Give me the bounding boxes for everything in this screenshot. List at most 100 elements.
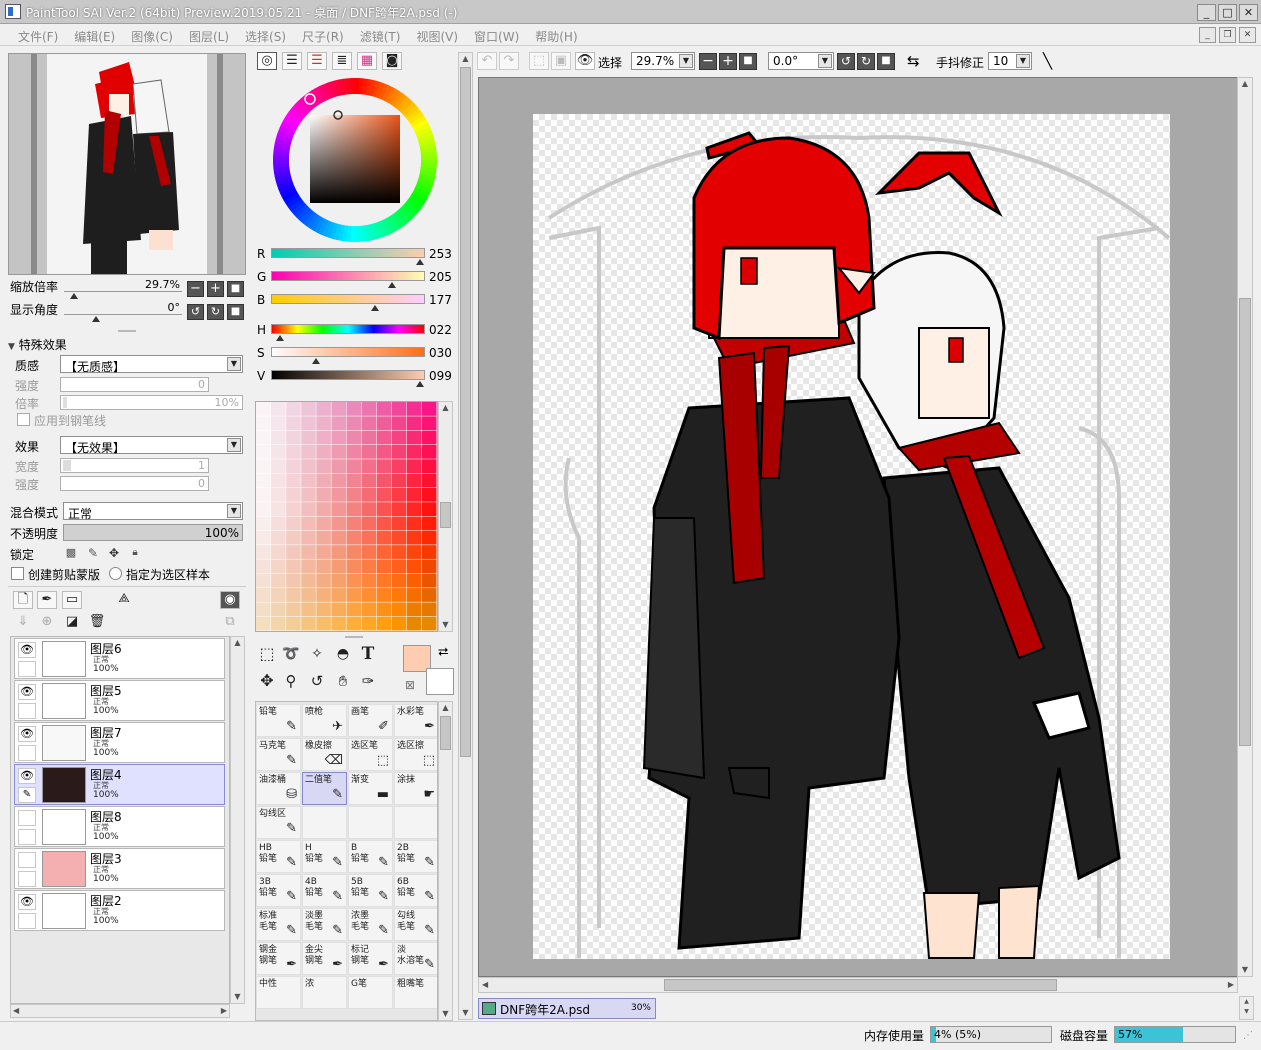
zoom-reset-button[interactable]: ■	[227, 281, 244, 297]
tool-slot[interactable]: 油漆桶 ⛁	[256, 772, 301, 805]
panel-splitter[interactable]	[118, 330, 136, 332]
v-slider[interactable]	[271, 370, 425, 380]
tool-slot[interactable]: B 铅笔 ✎	[348, 840, 393, 873]
new-layer-icon[interactable]: 🗋	[13, 591, 33, 609]
zoom-icon[interactable]: ⚲	[281, 673, 301, 691]
tool-scroll-thumb[interactable]	[440, 716, 451, 750]
scroll-down-icon[interactable]: ▼	[459, 1007, 472, 1019]
tool-slot[interactable]: 喷枪 ✈	[302, 704, 347, 737]
navigator-preview[interactable]	[8, 53, 246, 275]
tool-slot[interactable]: 金尖 钢笔 ✒	[302, 942, 347, 975]
layer-lock-icon[interactable]	[18, 745, 36, 761]
shape-icon[interactable]: ◓	[333, 646, 353, 664]
merge-down-icon[interactable]: ⊕	[37, 614, 57, 632]
blend-mode-select[interactable]: 正常 ▼	[63, 502, 243, 521]
layer-row[interactable]: 图层3 正常 100%	[14, 848, 225, 889]
layer-row[interactable]: 👁︎ 图层2 正常 100%	[14, 890, 225, 931]
layer-row[interactable]: 👁︎ ✎ 图层4 正常 100%	[14, 764, 225, 805]
lock-paint-icon[interactable]: ✎	[86, 546, 100, 560]
r-slider[interactable]	[271, 248, 425, 258]
resize-grip-icon[interactable]: ⋰	[1243, 1030, 1253, 1041]
tool-slot[interactable]: 勾线区 ✎	[256, 806, 301, 839]
angle-slider[interactable]: 0°	[64, 301, 182, 315]
scroll-up-icon[interactable]: ▲	[439, 702, 452, 714]
scroll-down-icon[interactable]: ▼	[1238, 964, 1252, 976]
b-slider-handle[interactable]	[371, 305, 379, 311]
layer-row[interactable]: 图层8 正常 100%	[14, 806, 225, 847]
color-mix-tab-icon[interactable]: ≣	[332, 52, 352, 70]
r-slider-handle[interactable]	[416, 259, 424, 265]
document-tab[interactable]: DNF跨年2A.psd 30%	[478, 998, 656, 1019]
g-slider[interactable]	[271, 271, 425, 281]
tool-slot[interactable]: 标记 钢笔 ✒	[348, 942, 393, 975]
tool-slot[interactable]: 钢金 钢笔 ✒	[256, 942, 301, 975]
lock-move-icon[interactable]: ✥	[107, 546, 121, 560]
scroll-down-icon[interactable]: ▼	[439, 1008, 452, 1020]
selection-visibility-icon[interactable]: 👁︎	[575, 52, 595, 70]
visibility-eye-icon[interactable]: 👁︎	[18, 684, 36, 700]
tool-slot[interactable]: 浓	[302, 976, 347, 1009]
canvas-rotate-right-button[interactable]: ↻	[857, 53, 875, 70]
layer-row[interactable]: 👁︎ 图层7 正常 100%	[14, 722, 225, 763]
tool-slot[interactable]: 勾线 毛笔 ✎	[394, 908, 437, 941]
scroll-left-icon[interactable]: ◀	[482, 979, 488, 991]
tool-grid-scrollbar[interactable]: ▲ ▼	[438, 701, 453, 1021]
panel-scroll-thumb[interactable]	[460, 67, 471, 757]
rgb-slider-tab-icon[interactable]: ☰	[282, 52, 302, 70]
invert-select-icon[interactable]: ▣	[551, 52, 571, 70]
layer-list-hscrollbar[interactable]: ◀ ▶	[10, 1004, 230, 1018]
canvas-vscrollbar[interactable]: ▲ ▼	[1237, 77, 1253, 977]
scroll-right-icon[interactable]: ▶	[1228, 979, 1234, 991]
canvas-rotate-left-button[interactable]: ↺	[837, 53, 855, 70]
new-folder-icon[interactable]: ▭	[62, 591, 82, 609]
scale-slider[interactable]: 10%	[60, 395, 243, 410]
lasso-icon[interactable]: ➰	[281, 646, 301, 664]
visibility-eye-icon[interactable]: 👁︎	[18, 894, 36, 910]
tool-slot[interactable]: 5B 铅笔 ✎	[348, 874, 393, 907]
scroll-down-icon[interactable]: ▼	[1240, 1007, 1253, 1017]
scroll-up-icon[interactable]: ▲	[439, 402, 452, 414]
tool-slot[interactable]: 涂抹 ☛	[394, 772, 437, 805]
canvas-vscroll-thumb[interactable]	[1239, 298, 1251, 746]
s-slider[interactable]	[271, 347, 425, 357]
scroll-right-icon[interactable]: ▶	[221, 1005, 227, 1017]
tool-slot[interactable]: 淡 水溶笔 ✎	[394, 942, 437, 975]
background-color[interactable]	[426, 668, 454, 695]
canvas-zoom-out-button[interactable]: −	[699, 53, 717, 70]
color-wheel-tab-icon[interactable]: ◎	[257, 52, 277, 70]
tool-slot[interactable]: HB 铅笔 ✎	[256, 840, 301, 873]
strength-slider[interactable]: 0	[60, 377, 209, 392]
layer-lock-icon[interactable]	[18, 829, 36, 845]
scroll-up-icon[interactable]: ▲	[1240, 997, 1253, 1007]
tool-slot[interactable]: 中性	[256, 976, 301, 1009]
visibility-eye-icon[interactable]: 👁︎	[18, 726, 36, 742]
canvas-zoom-reset-button[interactable]: ■	[739, 53, 757, 70]
apply-pen-checkbox[interactable]	[17, 413, 30, 426]
undo-icon[interactable]: ↶	[477, 52, 497, 70]
h-slider-handle[interactable]	[276, 335, 284, 341]
doc-close-button[interactable]: ✕	[1239, 27, 1256, 43]
menu-image[interactable]: 图像(C)	[123, 24, 181, 46]
g-slider-handle[interactable]	[388, 282, 396, 288]
stabilizer-select[interactable]: 10 ▼	[988, 52, 1032, 70]
tool-slot[interactable]: 粗嘴笔	[394, 976, 437, 1009]
canvas-zoom-select[interactable]: 29.7% ▼	[631, 52, 695, 70]
new-linework-layer-icon[interactable]: ✒	[37, 591, 57, 609]
tool-slot[interactable]: 渐变 ▬	[348, 772, 393, 805]
tool-slot[interactable]: 铅笔 ✎	[256, 704, 301, 737]
visibility-eye-icon[interactable]	[18, 810, 36, 826]
tool-slot[interactable]: 选区笔 ⬚	[348, 738, 393, 771]
lock-all-icon[interactable]: 🔒︎	[128, 546, 142, 560]
tool-slot[interactable]: 标准 毛笔 ✎	[256, 908, 301, 941]
tool-slot[interactable]: 马克笔 ✎	[256, 738, 301, 771]
deselect-icon[interactable]: ⬚	[529, 52, 549, 70]
swatch-cells[interactable]	[256, 402, 437, 631]
close-button[interactable]: ✕	[1239, 4, 1258, 21]
minimize-button[interactable]: _	[1197, 4, 1216, 21]
effects-header[interactable]: ▼ 特殊效果	[8, 336, 67, 353]
layer-lock-icon[interactable]	[18, 871, 36, 887]
rect-select-icon[interactable]: ⬚	[257, 646, 277, 664]
canvas-hscrollbar[interactable]: ◀ ▶	[478, 977, 1238, 993]
canvas-rotate-reset-button[interactable]: ■	[877, 53, 895, 70]
swatch-tab-icon[interactable]: ▦	[357, 52, 377, 70]
